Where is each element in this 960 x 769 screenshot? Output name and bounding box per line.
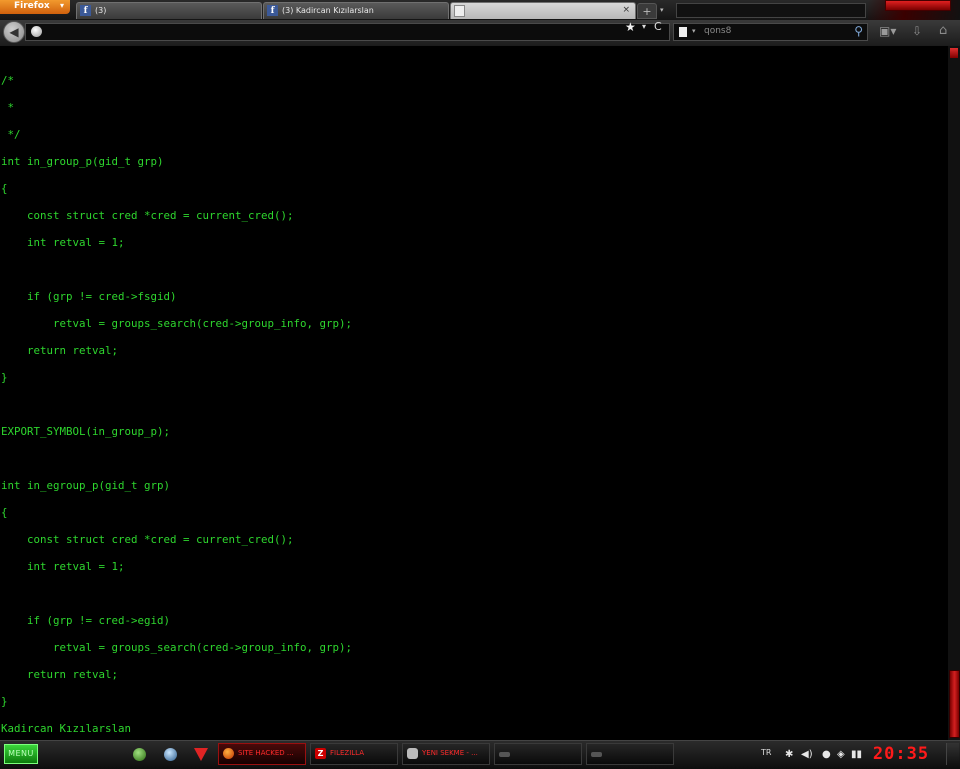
quicklaunch-app-icon[interactable] — [133, 748, 146, 761]
search-icon[interactable]: ⚲ — [854, 24, 863, 38]
back-button[interactable]: ◀ — [3, 21, 25, 43]
app-icon — [499, 752, 510, 757]
taskbar-item-firefox[interactable]: SITE HACKED ... — [218, 743, 306, 765]
start-menu-button[interactable]: MENU — [4, 744, 38, 764]
facebook-icon: f — [80, 5, 91, 16]
home-icon[interactable]: ⌂ — [939, 23, 947, 38]
code-line: } — [1, 371, 8, 384]
code-line: return retval; — [1, 344, 119, 357]
vertical-scrollbar[interactable] — [948, 46, 960, 740]
app-icon — [591, 752, 602, 757]
code-line: EXPORT_SYMBOL(in_group_p); — [1, 425, 171, 438]
show-desktop-button[interactable] — [946, 743, 959, 765]
close-icon[interactable]: × — [622, 5, 630, 15]
tab-facebook-1[interactable]: f (3) — [76, 2, 262, 19]
code-line: retval = groups_search(cred->group_info,… — [1, 317, 353, 330]
code-line: retval = groups_search(cred->group_info,… — [1, 641, 353, 654]
code-line: } — [1, 695, 8, 708]
task-label: YENI SEKME - ... — [422, 749, 478, 757]
globe-icon — [31, 26, 42, 37]
url-bar[interactable] — [25, 23, 670, 41]
code-line: int in_egroup_p(gid_t grp) — [1, 479, 171, 492]
chevron-down-icon[interactable]: ▾ — [692, 27, 696, 35]
task-label: SITE HACKED ... — [238, 749, 294, 757]
window-controls[interactable] — [885, 0, 951, 11]
taskbar-clock[interactable]: 20:35 — [868, 742, 934, 766]
taskbar-item-filezilla[interactable]: Z FILEZILLA — [310, 743, 398, 765]
language-indicator[interactable]: TR — [761, 748, 771, 757]
bluetooth-icon[interactable]: ✱ — [785, 749, 793, 760]
taskbar: MENU SITE HACKED ... Z FILEZILLA YENI SE… — [0, 740, 960, 769]
scroll-up-button[interactable] — [950, 48, 958, 58]
quicklaunch-shield-icon[interactable] — [194, 748, 208, 761]
taskbar-item-app[interactable] — [494, 743, 582, 765]
new-tab-button[interactable]: + — [637, 3, 657, 19]
code-line: int retval = 1; — [1, 236, 125, 249]
code-line: { — [1, 182, 8, 195]
bookmark-star-icon[interactable]: ★ — [625, 20, 636, 34]
code-line: const struct cred *cred = current_cred()… — [1, 533, 294, 546]
firefox-menu-button[interactable]: Firefox ▾ — [0, 0, 70, 14]
code-line: int retval = 1; — [1, 560, 125, 573]
task-label: FILEZILLA — [330, 749, 365, 757]
code-line: const struct cred *cred = current_cred()… — [1, 209, 294, 222]
code-line: * — [1, 101, 15, 114]
bookmarks-icon[interactable]: ▣▾ — [879, 24, 896, 38]
reload-icon[interactable]: C — [654, 20, 662, 33]
quicklaunch-browser-icon[interactable] — [164, 748, 177, 761]
firefox-menu-label: Firefox — [14, 1, 50, 11]
taskbar-item-app[interactable] — [586, 743, 674, 765]
signal-icon[interactable]: ▮▮ — [851, 749, 862, 760]
navigation-toolbar: ◀ ★ ▾ C ▾ qons8 ⚲ ▣▾ ⇩ ⌂ — [0, 20, 960, 47]
tab-active[interactable]: × — [450, 2, 636, 19]
history-dropdown-icon[interactable]: ▾ — [642, 22, 646, 31]
tab-list-button[interactable]: ▾ — [660, 3, 672, 17]
filezilla-icon: Z — [315, 748, 326, 759]
tab-label: (3) — [95, 6, 107, 15]
security-icon[interactable]: ● — [822, 749, 831, 760]
blank-page-icon — [454, 5, 465, 17]
network-icon[interactable]: ◈ — [837, 749, 845, 760]
search-box[interactable]: ▾ qons8 ⚲ — [673, 23, 868, 41]
code-line: */ — [1, 128, 21, 141]
mail-icon — [407, 748, 418, 759]
volume-icon[interactable]: ◀) — [801, 749, 813, 760]
search-input[interactable]: qons8 — [704, 26, 731, 36]
code-line: /* — [1, 74, 15, 87]
signature-line: Kadircan Kızılarslan — [1, 722, 132, 735]
tab-facebook-2[interactable]: f (3) Kadircan Kızılarslan — [263, 2, 449, 19]
back-arrow-icon: ◀ — [9, 25, 19, 39]
code-line: if (grp != cred->fsgid) — [1, 290, 177, 303]
facebook-icon: f — [267, 5, 278, 16]
chevron-down-icon: ▾ — [59, 1, 64, 10]
search-engine-icon[interactable] — [679, 27, 687, 37]
code-line: int in_group_p(gid_t grp) — [1, 155, 164, 168]
tab-strip-empty-area — [676, 3, 866, 18]
firefox-icon — [223, 748, 234, 759]
source-code: /* * */ int in_group_p(gid_t grp) { const … — [1, 67, 352, 742]
page-content: /* * */ int in_group_p(gid_t grp) { const … — [0, 46, 948, 740]
tab-label: (3) Kadircan Kızılarslan — [282, 6, 374, 15]
tab-bar: Firefox ▾ f (3) f (3) Kadircan Kızılarsl… — [0, 0, 960, 20]
taskbar-item-mail[interactable]: YENI SEKME - ... — [402, 743, 490, 765]
code-line: return retval; — [1, 668, 119, 681]
scrollbar-thumb[interactable] — [949, 670, 960, 738]
code-line: { — [1, 506, 8, 519]
download-icon[interactable]: ⇩ — [912, 24, 922, 38]
code-line: if (grp != cred->egid) — [1, 614, 171, 627]
